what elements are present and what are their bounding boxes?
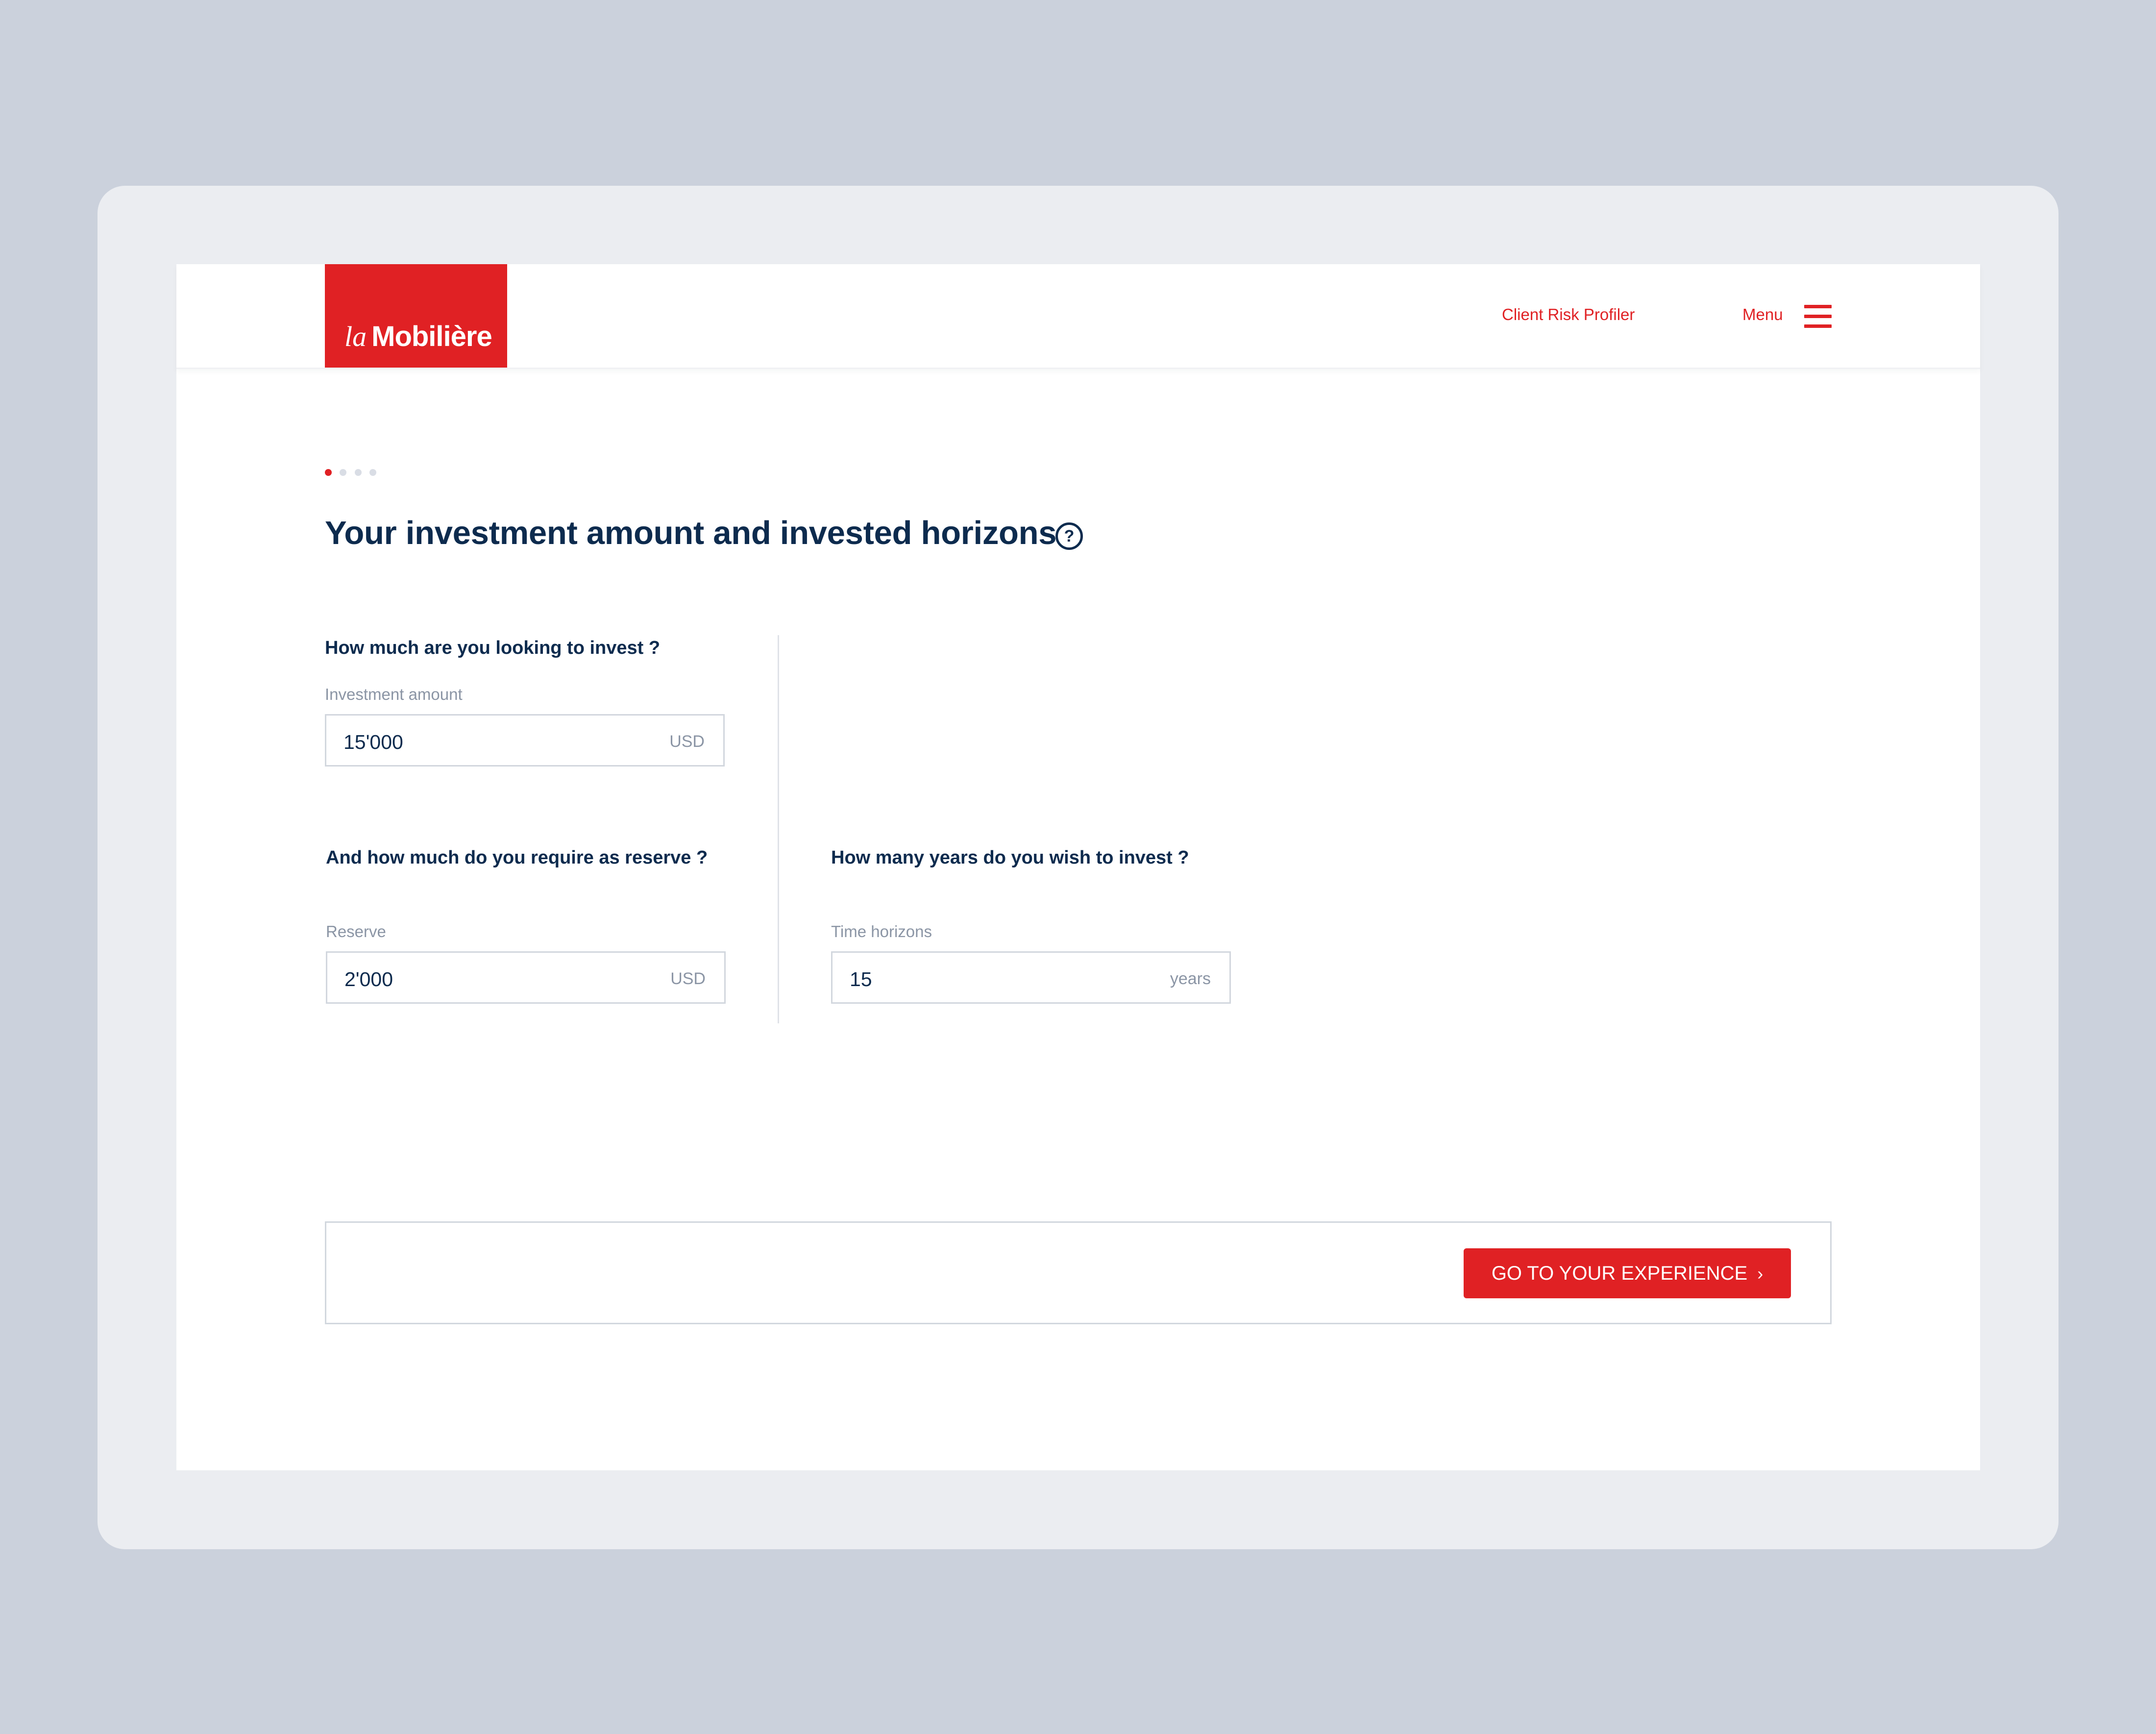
question-circle-icon[interactable]: ? <box>1055 522 1083 550</box>
reserve-value: 2'000 <box>344 968 393 991</box>
reserve-label: Reserve <box>326 922 386 941</box>
reserve-input[interactable]: 2'000 USD <box>326 951 726 1004</box>
step-dot-4 <box>369 469 376 476</box>
step-dot-1 <box>325 469 332 476</box>
time-horizon-unit: years <box>1170 969 1211 988</box>
horizon-question: How many years do you wish to invest ? <box>831 847 1189 868</box>
chevron-right-icon: › <box>1757 1263 1764 1284</box>
step-dot-3 <box>355 469 362 476</box>
investment-amount-unit: USD <box>669 732 705 751</box>
step-dot-2 <box>340 469 346 476</box>
investment-amount-value: 15'000 <box>343 731 403 753</box>
logo-prefix: la <box>344 321 367 352</box>
hamburger-icon[interactable] <box>1804 305 1832 328</box>
investment-amount-label: Investment amount <box>325 685 463 703</box>
top-header: la Mobilière Client Risk Profiler Menu <box>176 264 1980 369</box>
investment-amount-input[interactable]: 15'000 USD <box>325 714 725 767</box>
reserve-unit: USD <box>670 969 706 988</box>
time-horizon-label: Time horizons <box>831 922 932 941</box>
menu-label[interactable]: Menu <box>1742 305 1783 324</box>
brand-logo[interactable]: la Mobilière <box>325 264 507 368</box>
page-title: Your investment amount and invested hori… <box>325 515 1057 551</box>
app-screen: la Mobilière Client Risk Profiler Menu Yo… <box>176 264 1980 1470</box>
reserve-question: And how much do you require as reserve ? <box>326 847 708 868</box>
time-horizon-value: 15 <box>850 968 872 991</box>
investment-question: How much are you looking to invest ? <box>325 638 661 658</box>
go-to-experience-button[interactable]: GO TO YOUR EXPERIENCE › <box>1464 1248 1791 1298</box>
column-divider <box>778 635 779 1023</box>
nav-client-risk-profiler[interactable]: Client Risk Profiler <box>1502 305 1635 324</box>
time-horizon-input[interactable]: 15 years <box>831 951 1231 1004</box>
logo-name: Mobilière <box>371 321 492 352</box>
logo-wordmark: la Mobilière <box>344 322 492 351</box>
cta-label: GO TO YOUR EXPERIENCE <box>1491 1263 1748 1284</box>
